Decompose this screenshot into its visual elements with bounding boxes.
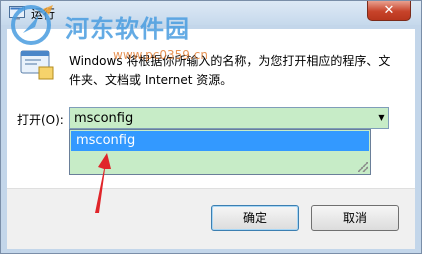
autocomplete-dropdown: msconfig bbox=[69, 129, 371, 175]
dialog-content: Windows 将根据你所输入的名称，为您打开相应的程序、文件夹、文档或 Int… bbox=[7, 29, 415, 188]
cancel-button[interactable]: 取消 bbox=[311, 205, 399, 231]
open-label: 打开(O): bbox=[17, 113, 64, 127]
watermark-text: 河东软件园 bbox=[65, 15, 190, 43]
close-button[interactable]: ✕ bbox=[367, 1, 411, 21]
ok-button[interactable]: 确定 bbox=[211, 205, 299, 231]
dropdown-item[interactable]: msconfig bbox=[71, 131, 369, 151]
dialog-client-area: Windows 将根据你所输入的名称，为您打开相应的程序、文件夹、文档或 Int… bbox=[7, 29, 415, 249]
dropdown-arrow-icon[interactable]: ▼ bbox=[375, 108, 388, 128]
run-icon bbox=[20, 50, 54, 80]
run-dialog-window: 运行 ✕ Windows 将根据你所输入的名称，为您打开相应的程序、文件夹、文档… bbox=[0, 0, 422, 254]
button-bar: 确定 取消 bbox=[7, 188, 415, 249]
command-input[interactable] bbox=[69, 107, 389, 129]
title-bar[interactable]: 运行 ✕ bbox=[1, 1, 421, 25]
resize-grip-icon[interactable] bbox=[358, 162, 368, 172]
watermark-url: www.pc0359.cn bbox=[113, 48, 208, 62]
watermark-logo-icon bbox=[11, 5, 53, 45]
